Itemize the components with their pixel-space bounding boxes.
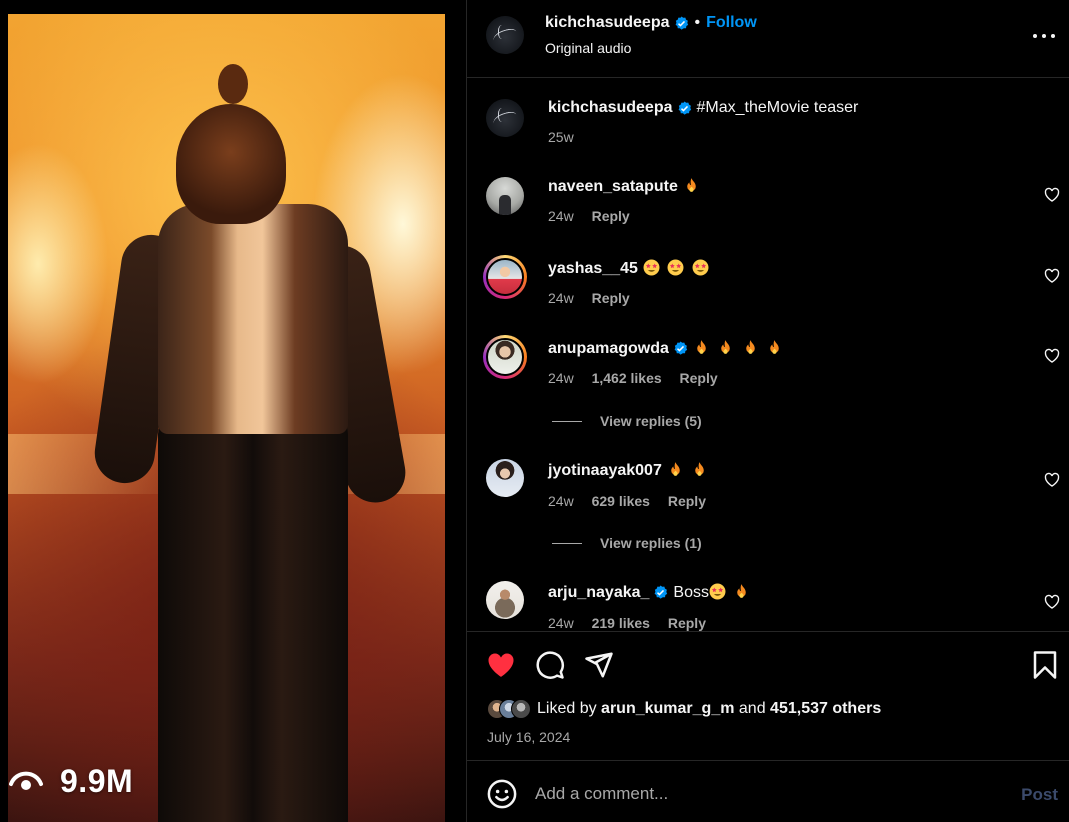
commenter-avatar[interactable] xyxy=(483,335,527,379)
comment-emojis xyxy=(709,583,753,602)
fire-icon xyxy=(671,462,680,476)
fire-icon xyxy=(770,340,780,354)
caption-avatar[interactable] xyxy=(486,99,524,137)
action-bar: Liked by arun_kumar_g_m and 451,537 othe… xyxy=(467,631,1069,760)
share-icon[interactable] xyxy=(584,650,614,680)
fire-icon xyxy=(721,340,731,354)
liked-by-others[interactable]: 451,537 others xyxy=(770,700,881,717)
commenter-avatar[interactable] xyxy=(486,177,524,215)
verified-badge-icon xyxy=(675,15,688,30)
audio-label[interactable]: Original audio xyxy=(545,40,631,56)
fire-icon xyxy=(697,340,706,354)
caption-username[interactable]: kichchasudeepa xyxy=(548,99,673,117)
comment-emojis xyxy=(643,259,712,278)
comment-text: Boss xyxy=(673,583,709,601)
heart-outline-icon[interactable] xyxy=(1044,594,1060,610)
commenter-username[interactable]: arju_nayaka_ xyxy=(548,584,649,602)
fire-icon xyxy=(737,584,747,598)
author-avatar[interactable] xyxy=(486,16,524,54)
liked-by-text: Liked by arun_kumar_g_m and 451,537 othe… xyxy=(537,700,881,718)
replies-divider xyxy=(552,420,582,422)
follow-button[interactable]: Follow xyxy=(706,14,757,32)
figure-torso xyxy=(158,204,348,434)
post-button[interactable]: Post xyxy=(1021,785,1058,805)
commenter-avatar[interactable] xyxy=(486,459,524,497)
post-date[interactable]: July 16, 2024 xyxy=(487,729,570,745)
figure-legs xyxy=(158,414,348,822)
comment-likes[interactable]: 219 likes xyxy=(592,615,650,631)
verified-badge-icon xyxy=(674,341,688,355)
comment-likes[interactable]: 629 likes xyxy=(592,493,650,509)
replies-divider xyxy=(552,542,582,544)
author-line: kichchasudeepa • Follow xyxy=(545,14,757,32)
star-struck-icon xyxy=(643,259,660,276)
eye-icon xyxy=(9,771,43,790)
reply-button[interactable]: Reply xyxy=(668,493,706,509)
view-replies-label: View replies (5) xyxy=(600,413,702,429)
heart-outline-icon[interactable] xyxy=(1044,187,1060,203)
comment-time: 24w xyxy=(548,290,574,306)
post-side-panel: kichchasudeepa • Follow Original audio k… xyxy=(466,0,1069,822)
commenter-username[interactable]: anupamagowda xyxy=(548,340,669,358)
commenter-username[interactable]: jyotinaayak007 xyxy=(548,462,662,480)
comment-emojis xyxy=(667,461,711,480)
caption-time: 25w xyxy=(548,129,574,145)
separator-dot: • xyxy=(694,14,701,31)
reply-button[interactable]: Reply xyxy=(592,290,630,306)
caption-text: #Max_theMovie teaser xyxy=(696,99,859,116)
bookmark-icon[interactable] xyxy=(1030,650,1060,680)
liked-by-and: and xyxy=(738,700,766,717)
commenter-username[interactable]: yashas__45 xyxy=(548,260,638,278)
liked-by-prefix: Liked by xyxy=(537,700,597,717)
reply-button[interactable]: Reply xyxy=(592,208,630,224)
reply-button[interactable]: Reply xyxy=(668,615,706,631)
post-header: kichchasudeepa • Follow Original audio xyxy=(467,0,1069,78)
view-replies-button[interactable]: View replies (1) xyxy=(552,535,702,551)
reply-button[interactable]: Reply xyxy=(680,370,718,386)
comment-time: 24w xyxy=(548,615,574,631)
star-struck-icon xyxy=(692,259,709,276)
author-username[interactable]: kichchasudeepa xyxy=(545,14,670,32)
comments-list[interactable]: kichchasudeepa #Max_theMovie teaser 25w … xyxy=(467,79,1069,631)
commenter-avatar[interactable] xyxy=(483,255,527,299)
comment-likes[interactable]: 1,462 likes xyxy=(592,370,662,386)
heart-outline-icon[interactable] xyxy=(1044,348,1060,364)
liked-by-user[interactable]: arun_kumar_g_m xyxy=(601,700,734,717)
fire-icon xyxy=(687,178,696,192)
liked-by: Liked by arun_kumar_g_m and 451,537 othe… xyxy=(487,699,881,719)
view-count: 9.9M xyxy=(8,763,133,800)
heart-outline-icon[interactable] xyxy=(1044,268,1060,284)
star-struck-icon xyxy=(709,583,726,600)
views-count: 9.9M xyxy=(60,763,134,799)
verified-badge-icon xyxy=(655,585,668,599)
figure-head xyxy=(176,104,286,224)
liker-avatar[interactable] xyxy=(511,699,531,719)
comment-time: 24w xyxy=(548,493,574,509)
star-struck-icon xyxy=(667,259,684,276)
add-comment-bar: Post xyxy=(467,760,1069,822)
comment-time: 24w xyxy=(548,208,574,224)
comment-emojis xyxy=(693,339,786,358)
reel-video[interactable]: 9.9M xyxy=(8,14,445,822)
comment-time: 24w xyxy=(548,370,574,386)
heart-filled-icon[interactable] xyxy=(486,650,516,680)
fire-icon xyxy=(695,462,705,476)
heart-outline-icon[interactable] xyxy=(1044,472,1060,488)
more-horizontal-icon[interactable] xyxy=(1032,26,1056,46)
commenter-avatar[interactable] xyxy=(486,581,524,619)
comment-emojis xyxy=(683,177,703,196)
verified-badge-icon xyxy=(678,100,691,115)
comment-icon[interactable] xyxy=(535,650,565,680)
view-replies-label: View replies (1) xyxy=(600,535,702,551)
fire-icon xyxy=(746,340,755,354)
commenter-username[interactable]: naveen_satapute xyxy=(548,178,678,196)
comment-input[interactable] xyxy=(535,781,995,807)
figure-hair-knot xyxy=(218,64,248,104)
view-replies-button[interactable]: View replies (5) xyxy=(552,413,702,429)
emoji-smiley-icon[interactable] xyxy=(487,779,517,809)
